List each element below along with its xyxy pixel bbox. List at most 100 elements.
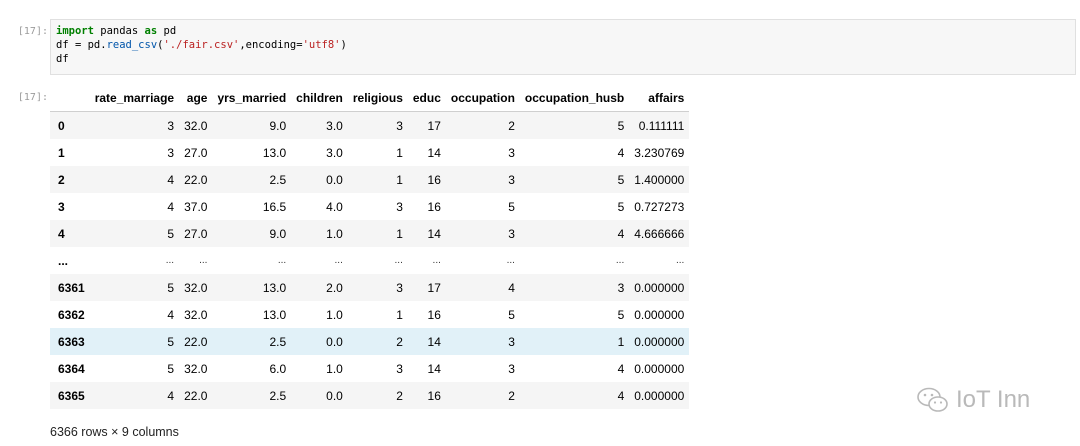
- table-cell: 27.0: [184, 226, 208, 241]
- table-cell: 16: [427, 388, 441, 403]
- table-row: 6362 4 32.0 13.0 1.0 1 16 5 5 0.000000: [50, 301, 690, 328]
- table-cell: 5: [617, 172, 625, 187]
- table-row: 0 3 32.0 9.0 3.0 3 17 2 5 0.111111: [50, 111, 690, 139]
- table-cell: 5: [167, 361, 175, 376]
- table-cell: 4: [167, 388, 175, 403]
- table-cell: 3: [508, 226, 515, 241]
- table-cell: 14: [427, 361, 441, 376]
- table-cell: 3: [508, 145, 515, 160]
- wechat-icon: [917, 387, 948, 412]
- row-index: 4: [58, 226, 65, 241]
- table-cell: 1: [396, 226, 403, 241]
- table-cell: 14: [427, 226, 441, 241]
- column-header: educ: [407, 84, 446, 112]
- table-cell: 22.0: [184, 172, 208, 187]
- code-cell[interactable]: import pandas as pd df = pd.read_csv('./…: [50, 19, 1076, 75]
- table-cell: 2.5: [269, 388, 287, 403]
- table-cell: 32.0: [184, 361, 208, 376]
- table-cell: 5: [508, 199, 515, 214]
- code-string-encoding: 'utf8': [302, 39, 341, 51]
- table-cell: 5: [617, 118, 625, 133]
- table-cell: 3: [508, 361, 515, 376]
- table-cell: 2: [508, 388, 515, 403]
- code-kwarg: ,encoding=: [239, 39, 303, 51]
- table-cell: 0.111111: [638, 118, 685, 133]
- table-cell: 17: [427, 280, 441, 295]
- table-cell: 22.0: [184, 388, 208, 403]
- table-cell: ...: [334, 255, 343, 266]
- table-cell: ...: [277, 255, 287, 266]
- table-cell: ...: [432, 255, 441, 266]
- table-cell: 13.0: [262, 280, 287, 295]
- row-index: 2: [58, 172, 65, 187]
- row-index: 1: [58, 145, 65, 160]
- table-cell: 32.0: [184, 307, 208, 322]
- row-index: 6365: [58, 388, 85, 403]
- table-cell: 0.000000: [634, 307, 685, 322]
- table-cell: 2: [508, 118, 515, 133]
- table-cell: 3: [167, 118, 175, 133]
- table-cell: 4: [617, 226, 625, 241]
- code-string-path: './fair.csv': [163, 39, 240, 51]
- code-paren-close: ): [340, 39, 347, 51]
- table-cell: 4: [167, 199, 175, 214]
- table-cell: 0.0: [326, 388, 343, 403]
- table-cell: 1: [396, 307, 403, 322]
- table-cell: 1.0: [326, 307, 343, 322]
- table-cell: 16: [427, 199, 441, 214]
- table-cell: 4: [167, 172, 175, 187]
- table-cell: 3.0: [326, 145, 343, 160]
- table-cell: 0.727273: [634, 199, 685, 214]
- table-cell: 3: [396, 280, 403, 295]
- table-cell: 4.666666: [634, 226, 685, 241]
- code-editor[interactable]: import pandas as pd df = pd.read_csv('./…: [51, 20, 1075, 66]
- code-module: pandas: [93, 25, 145, 37]
- table-cell: 2.5: [269, 172, 287, 187]
- table-cell: 3: [396, 118, 403, 133]
- table-cell: 22.0: [184, 334, 208, 349]
- table-cell: 0.0: [326, 334, 343, 349]
- table-cell: 2.5: [269, 334, 287, 349]
- table-header-row: rate_marriage age yrs_married children relig…: [50, 84, 690, 112]
- row-index: 6364: [58, 361, 85, 376]
- table-cell: 3: [508, 172, 515, 187]
- code-assign: df = pd.: [56, 39, 107, 51]
- watermark-text: IoT Inn: [956, 386, 1031, 413]
- table-row: 6361 5 32.0 13.0 2.0 3 17 4 3 0.000000: [50, 274, 690, 301]
- table-cell: 13.0: [262, 145, 287, 160]
- row-index: 6362: [58, 307, 85, 322]
- table-cell: 9.0: [269, 226, 287, 241]
- column-header: children: [291, 84, 348, 112]
- table-cell: 3: [617, 280, 625, 295]
- table-row: 4 5 27.0 9.0 1.0 1 14 3 4 4.666666: [50, 220, 690, 247]
- table-body: 0 3 32.0 9.0 3.0 3 17 2 5 0.111111 1 3 27.0 13.0 3.0 1 1…: [50, 111, 690, 409]
- table-cell: 1.0: [326, 226, 343, 241]
- table-cell: 3: [167, 145, 175, 160]
- column-header: affairs: [629, 84, 690, 112]
- code-keyword-as: as: [144, 25, 158, 37]
- table-row: 6365 4 22.0 2.5 0.0 2 16 2 4 0.000000: [50, 382, 690, 409]
- table-cell: 5: [167, 334, 175, 349]
- table-cell: 0.000000: [634, 334, 685, 349]
- table-cell: 1: [396, 145, 403, 160]
- table-row: 1 3 27.0 13.0 3.0 1 14 3 4 3.230769: [50, 139, 690, 166]
- table-cell: 3: [396, 361, 403, 376]
- column-header: yrs_married: [212, 84, 292, 112]
- table-cell: 0.0: [326, 172, 343, 187]
- dataframe-table: rate_marriage age yrs_married children relig…: [50, 84, 690, 409]
- table-cell: 14: [427, 334, 441, 349]
- index-header: [50, 84, 90, 112]
- table-cell: 5: [167, 226, 175, 241]
- table-cell: 37.0: [184, 199, 208, 214]
- table-cell: 1: [396, 172, 403, 187]
- table-cell: 1: [617, 334, 625, 349]
- table-cell: 5: [508, 307, 515, 322]
- table-cell: 3: [396, 199, 403, 214]
- table-cell: ...: [506, 255, 515, 266]
- column-header: age: [179, 84, 213, 112]
- table-cell: 5: [617, 199, 625, 214]
- table-cell: 1.0: [326, 361, 343, 376]
- table-cell: 0.000000: [634, 388, 685, 403]
- table-cell: 16.5: [262, 199, 287, 214]
- table-cell: 2: [396, 388, 403, 403]
